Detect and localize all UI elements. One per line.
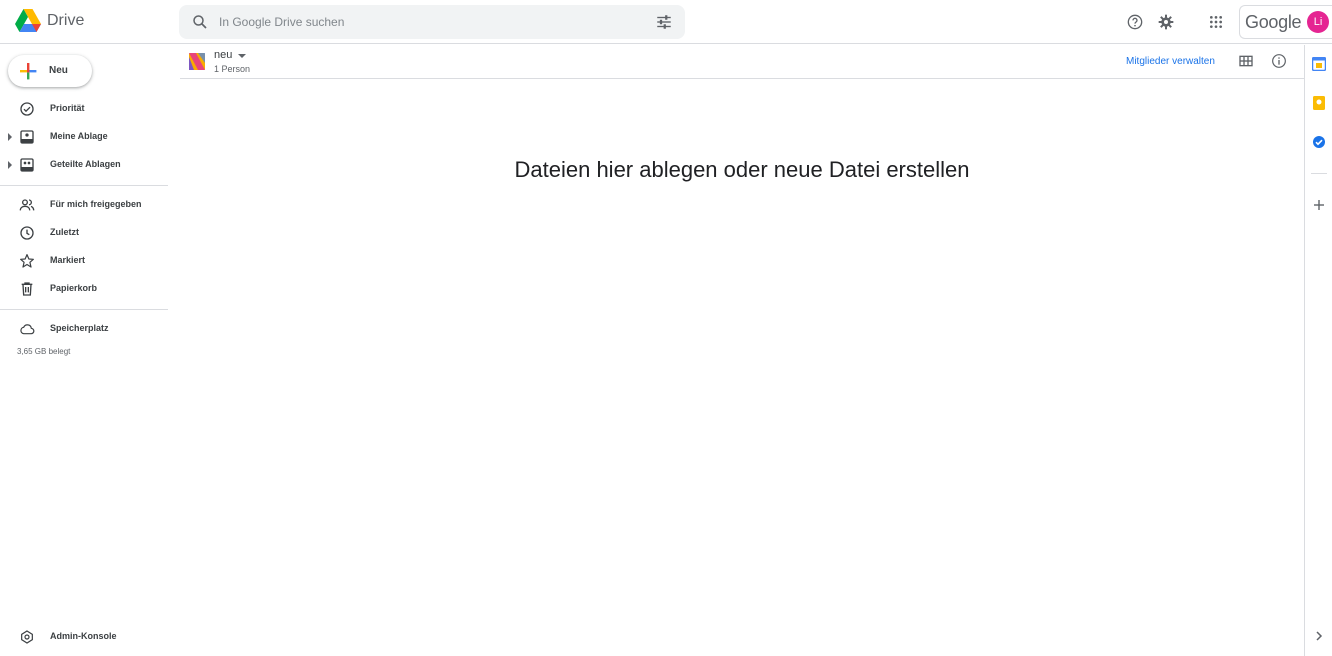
sidebar-item-papierkorb[interactable]: Papierkorb	[0, 276, 168, 302]
expand-arrow-icon[interactable]	[8, 133, 12, 141]
info-icon[interactable]	[1271, 53, 1287, 69]
sidebar-item-label: Zuletzt	[50, 227, 79, 237]
search-bar[interactable]	[179, 5, 685, 39]
keep-icon[interactable]	[1312, 96, 1326, 110]
shared-drives-icon	[20, 158, 34, 172]
search-icon[interactable]	[191, 13, 209, 31]
sidebar-item-speicherplatz[interactable]: Speicherplatz	[0, 316, 168, 342]
side-panel-divider	[1311, 173, 1327, 174]
sidebar-item-fuer-mich-freigegeben[interactable]: Für mich freigegeben	[0, 192, 168, 218]
shared-drive-folder-icon	[189, 53, 205, 70]
calendar-icon[interactable]	[1312, 57, 1326, 71]
account-switcher[interactable]: Google Li	[1239, 5, 1332, 39]
cloud-icon	[20, 324, 35, 335]
new-button-label: Neu	[49, 65, 68, 76]
expand-arrow-icon[interactable]	[8, 161, 12, 169]
sidebar-divider	[0, 309, 168, 310]
sidebar-item-label: Priorität	[50, 103, 85, 113]
sidebar-item-prioritaet[interactable]: Priorität	[0, 96, 168, 122]
sidebar-item-label: Markiert	[50, 255, 86, 265]
avatar[interactable]: Li	[1307, 11, 1329, 33]
manage-members-link[interactable]: Mitglieder verwalten	[1126, 56, 1215, 67]
sidebar-item-admin-konsole[interactable]: Admin-Konsole	[0, 624, 168, 650]
grid-view-icon[interactable]	[1238, 53, 1254, 69]
sidebar-item-label: Papierkorb	[50, 283, 98, 293]
empty-drop-message: Dateien hier ablegen oder neue Datei ers…	[514, 157, 970, 182]
clock-icon	[20, 226, 34, 240]
folder-header: neu 1 Person Mitglieder verwalten	[180, 45, 1304, 79]
sidebar-item-zuletzt[interactable]: Zuletzt	[0, 220, 168, 246]
folder-name[interactable]: neu	[214, 49, 232, 61]
search-input[interactable]	[219, 12, 639, 32]
plus-icon	[20, 63, 37, 80]
google-wordmark: Google	[1245, 12, 1302, 32]
drive-logo-icon[interactable]	[14, 8, 42, 34]
settings-gear-icon[interactable]	[1155, 11, 1177, 33]
add-addon-plus-icon[interactable]	[1312, 198, 1326, 212]
new-button[interactable]: Neu	[8, 55, 92, 87]
star-icon	[20, 254, 34, 268]
sidebar-item-markiert[interactable]: Markiert	[0, 248, 168, 274]
trash-icon	[21, 282, 33, 296]
drive-icon	[20, 130, 34, 144]
help-icon[interactable]	[1124, 11, 1146, 33]
app-name[interactable]: Drive	[47, 12, 84, 30]
search-options-icon[interactable]	[655, 13, 673, 31]
sidebar-divider	[0, 185, 168, 186]
sidebar-item-label: Admin-Konsole	[50, 631, 117, 641]
folder-member-count: 1 Person	[214, 64, 251, 74]
admin-console-icon	[21, 630, 33, 644]
sidebar-item-label: Meine Ablage	[50, 131, 108, 141]
chevron-right-icon[interactable]	[1312, 629, 1326, 643]
tasks-icon[interactable]	[1312, 135, 1326, 149]
sidebar-item-meine-ablage[interactable]: Meine Ablage	[0, 124, 168, 150]
people-icon	[19, 199, 35, 211]
apps-grid-icon[interactable]	[1205, 11, 1227, 33]
top-bar: Drive In Google Drive suchen Google Li	[0, 0, 1332, 44]
sidebar-item-label: Für mich freigegeben	[50, 199, 142, 209]
side-panel	[1304, 45, 1332, 656]
sidebar-item-geteilte-ablagen[interactable]: Geteilte Ablagen	[0, 152, 168, 178]
check-circle-icon	[20, 102, 34, 116]
sidebar-item-label: Geteilte Ablagen	[50, 159, 121, 169]
folder-menu-arrow-icon[interactable]	[238, 54, 246, 58]
sidebar-item-label: Speicherplatz	[50, 323, 109, 333]
storage-usage-text: 3,65 GB belegt	[17, 347, 71, 356]
